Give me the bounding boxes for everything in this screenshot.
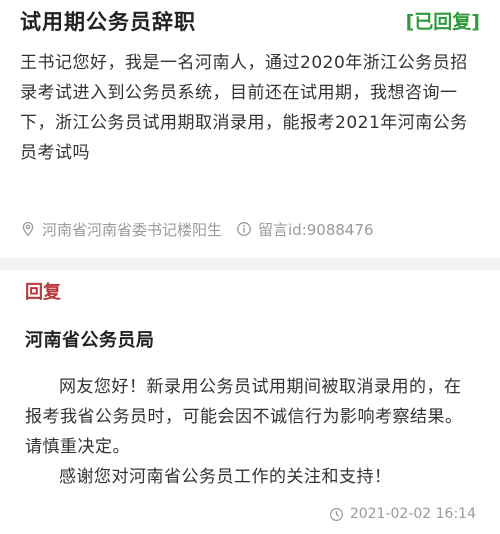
- question-meta: 河南省河南省委书记楼阳生 留言id:9088476: [20, 217, 374, 241]
- question-body: 王书记您好，我是一名河南人，通过2020年浙江公务员招录考试进入到公务员系统，目…: [20, 53, 468, 163]
- location-pin-icon: [22, 221, 34, 237]
- question-header: 试用期公务员辞职 [已回复]: [20, 6, 480, 38]
- reply-timestamp: 2021-02-02 16:14: [329, 506, 476, 522]
- reply-organization: 河南省公务员局: [25, 330, 155, 351]
- reply-body: 网友您好！新录用公务员试用期间被取消录用的，在报考我省公务员时，可能会因不诚信行…: [25, 372, 477, 492]
- question-title[interactable]: 试用期公务员辞职: [20, 6, 196, 38]
- info-circle-icon: [237, 222, 251, 236]
- reply-label: 回复: [25, 282, 61, 303]
- location-text[interactable]: 河南省河南省委书记楼阳生: [42, 219, 222, 240]
- clock-icon: [329, 507, 343, 521]
- status-badge: [已回复]: [405, 11, 480, 33]
- reply-time-text: 2021-02-02 16:14: [349, 506, 476, 522]
- reply-paragraph: 网友您好！新录用公务员试用期间被取消录用的，在报考我省公务员时，可能会因不诚信行…: [25, 377, 463, 457]
- reply-card: 回复 河南省公务员局 网友您好！新录用公务员试用期间被取消录用的，在报考我省公务…: [0, 270, 500, 534]
- reply-paragraph: 感谢您对河南省公务员工作的关注和支持！: [59, 467, 392, 487]
- question-card: 试用期公务员辞职 [已回复] 王书记您好，我是一名河南人，通过2020年浙江公务…: [0, 0, 500, 258]
- section-divider: [0, 258, 500, 270]
- message-id: 留言id:9088476: [258, 220, 374, 239]
